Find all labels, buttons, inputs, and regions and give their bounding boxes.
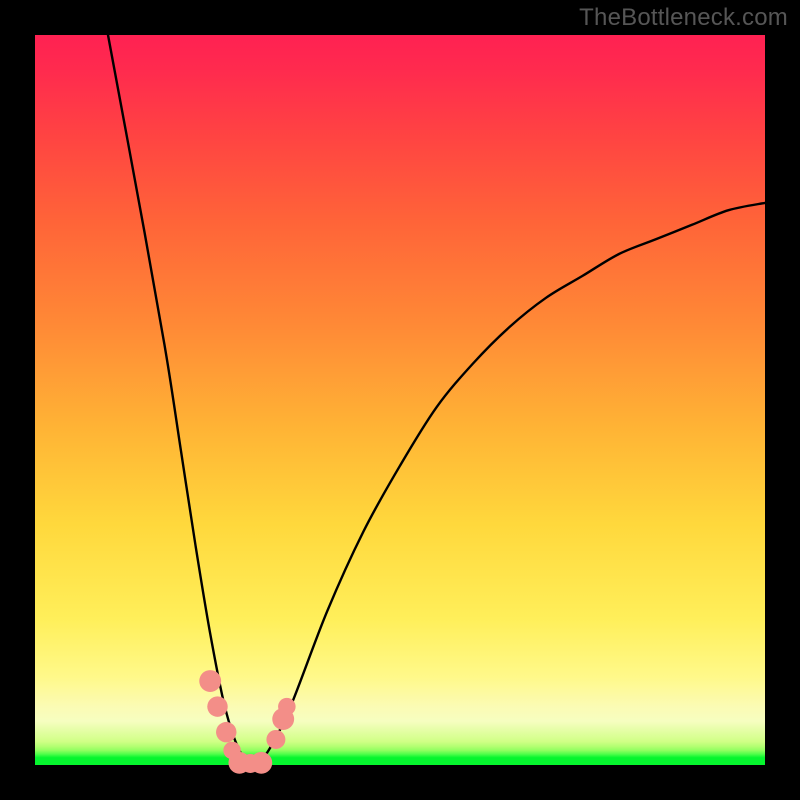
curve-marker xyxy=(266,730,285,749)
plot-area xyxy=(35,35,765,765)
marker-group xyxy=(199,670,295,774)
curve-marker xyxy=(216,722,236,742)
chart-frame: TheBottleneck.com xyxy=(0,0,800,800)
curve-marker xyxy=(199,670,221,692)
curve-marker xyxy=(250,752,272,774)
bottleneck-curve-svg xyxy=(35,35,765,765)
curve-marker xyxy=(278,698,296,716)
curve-marker xyxy=(207,696,227,716)
watermark-text: TheBottleneck.com xyxy=(579,4,788,32)
bottleneck-curve xyxy=(108,35,765,765)
